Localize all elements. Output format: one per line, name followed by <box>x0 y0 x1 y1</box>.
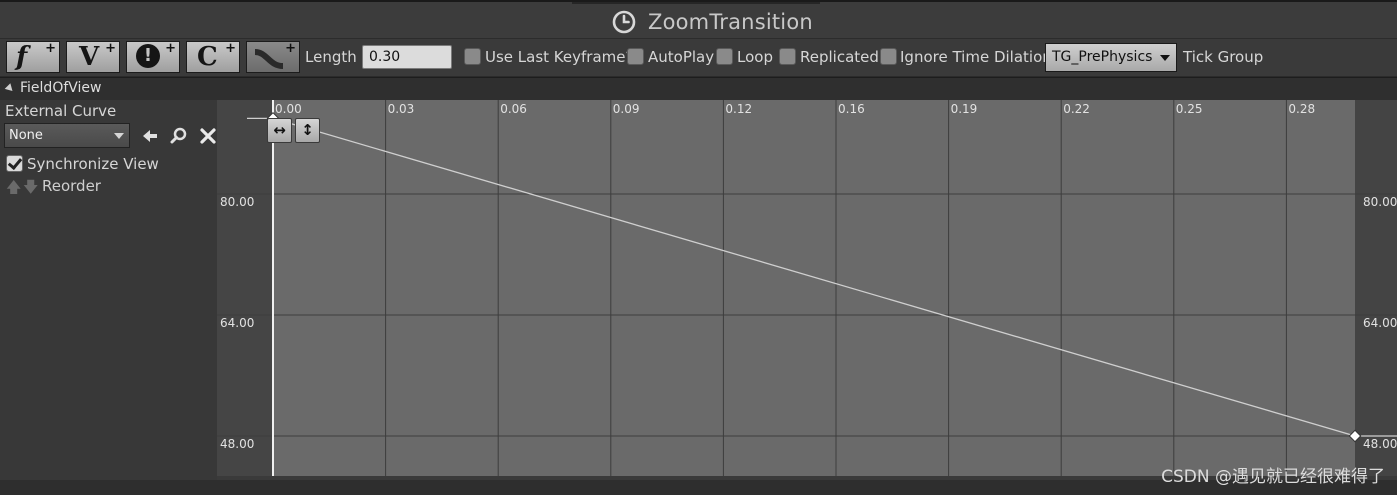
window-title-group: ZoomTransition <box>612 9 813 35</box>
x-tick-label: 0.00 <box>275 102 302 116</box>
browse-asset-icon[interactable] <box>169 126 189 146</box>
plus-icon: + <box>225 41 236 56</box>
add-float-track-icon: f <box>16 42 28 72</box>
autoplay-checkbox[interactable] <box>627 48 644 65</box>
add-event-track-button[interactable]: ! + <box>126 41 180 73</box>
length-input[interactable] <box>362 45 452 69</box>
timeline-toolbar: f + V + ! + C + + Length Use Last Keyfra… <box>0 38 1397 76</box>
add-curve-asset-button[interactable]: + <box>246 41 300 73</box>
external-curve-label: External Curve <box>5 102 117 120</box>
y-tick-label-right: 80.00 <box>1363 195 1397 209</box>
fit-horizontal-button[interactable]: ↔ <box>267 118 292 143</box>
plus-icon: + <box>105 41 116 56</box>
collapse-arrow-icon[interactable] <box>4 83 16 94</box>
plus-icon: + <box>285 41 296 56</box>
x-tick-label: 0.03 <box>388 102 415 116</box>
clock-icon <box>612 10 636 34</box>
x-tick-label: 0.16 <box>838 102 865 116</box>
use-selected-asset-icon[interactable] <box>140 126 160 146</box>
y-tick-label-right: 48.00 <box>1363 437 1397 451</box>
chevron-down-icon <box>1160 55 1170 61</box>
move-down-icon[interactable]: 🡇 <box>23 177 38 202</box>
add-float-track-button[interactable]: f + <box>6 41 60 73</box>
fit-vertical-button[interactable]: ↕ <box>295 118 320 143</box>
track-header[interactable]: FieldOfView <box>0 77 1397 100</box>
x-tick-label: 0.12 <box>725 102 752 116</box>
external-curve-dropdown[interactable]: None <box>4 123 130 148</box>
chevron-down-icon <box>114 133 124 139</box>
length-label: Length <box>305 48 357 66</box>
y-tick-label-left: 48.00 <box>220 437 254 451</box>
add-event-track-icon: ! <box>136 44 160 68</box>
autoplay-label: AutoPlay <box>648 48 715 66</box>
x-tick-label: 0.25 <box>1176 102 1203 116</box>
tick-group-label: Tick Group <box>1183 48 1264 66</box>
x-tick-label: 0.06 <box>500 102 527 116</box>
curve-editor[interactable]: 0.00 0.03 0.06 0.09 0.12 0.16 0.19 0.22 0.25 0.28… <box>217 100 1397 480</box>
replicated-label: Replicated <box>800 48 879 66</box>
track-name: FieldOfView <box>20 80 102 96</box>
synchronize-view-checkbox[interactable] <box>6 155 23 172</box>
plus-icon: + <box>165 41 176 56</box>
clear-icon[interactable] <box>198 126 218 146</box>
pre-range-area <box>217 100 273 480</box>
plus-icon: + <box>45 41 56 56</box>
use-last-keyframe-label: Use Last Keyframe? <box>485 48 634 66</box>
x-tick-label: 0.28 <box>1288 102 1315 116</box>
tick-group-dropdown[interactable]: TG_PrePhysics <box>1045 43 1177 72</box>
loop-label: Loop <box>737 48 773 66</box>
add-color-track-icon: C <box>197 42 218 72</box>
active-range-area <box>273 100 1355 480</box>
use-last-keyframe-checkbox[interactable] <box>464 48 481 65</box>
reorder-label: Reorder <box>42 177 101 195</box>
ignore-time-dilation-checkbox[interactable] <box>880 48 897 65</box>
replicated-checkbox[interactable] <box>779 48 796 65</box>
tick-group-value: TG_PrePhysics <box>1052 49 1153 65</box>
fit-vertical-icon: ↕ <box>301 121 314 139</box>
track-settings-panel: External Curve None Synchronize View 🡅 🡇… <box>0 100 217 495</box>
external-curve-value: None <box>9 128 43 143</box>
add-vector-track-button[interactable]: V + <box>66 41 120 73</box>
y-tick-label-left: 80.00 <box>220 195 254 209</box>
title-bar: ZoomTransition <box>0 0 1397 38</box>
curve-graph[interactable]: 0.00 0.03 0.06 0.09 0.12 0.16 0.19 0.22 0.25 0.28… <box>217 100 1397 480</box>
x-tick-label: 0.19 <box>951 102 978 116</box>
y-tick-label-left: 64.00 <box>220 316 254 330</box>
y-tick-label-right: 64.00 <box>1363 316 1397 330</box>
fit-horizontal-icon: ↔ <box>273 121 286 139</box>
loop-checkbox[interactable] <box>716 48 733 65</box>
tab-edge <box>572 2 820 4</box>
window-title: ZoomTransition <box>648 10 813 34</box>
x-tick-label: 0.09 <box>613 102 640 116</box>
watermark-text: CSDN @遇见就已经很难得了 <box>1161 467 1385 487</box>
x-tick-label: 0.22 <box>1063 102 1090 116</box>
synchronize-view-label: Synchronize View <box>27 155 159 173</box>
move-up-icon[interactable]: 🡅 <box>6 177 21 202</box>
add-vector-track-icon: V <box>79 42 100 72</box>
post-range-area <box>1355 100 1397 480</box>
add-color-track-button[interactable]: C + <box>186 41 240 73</box>
ignore-time-dilation-label: Ignore Time Dilation <box>900 48 1052 66</box>
